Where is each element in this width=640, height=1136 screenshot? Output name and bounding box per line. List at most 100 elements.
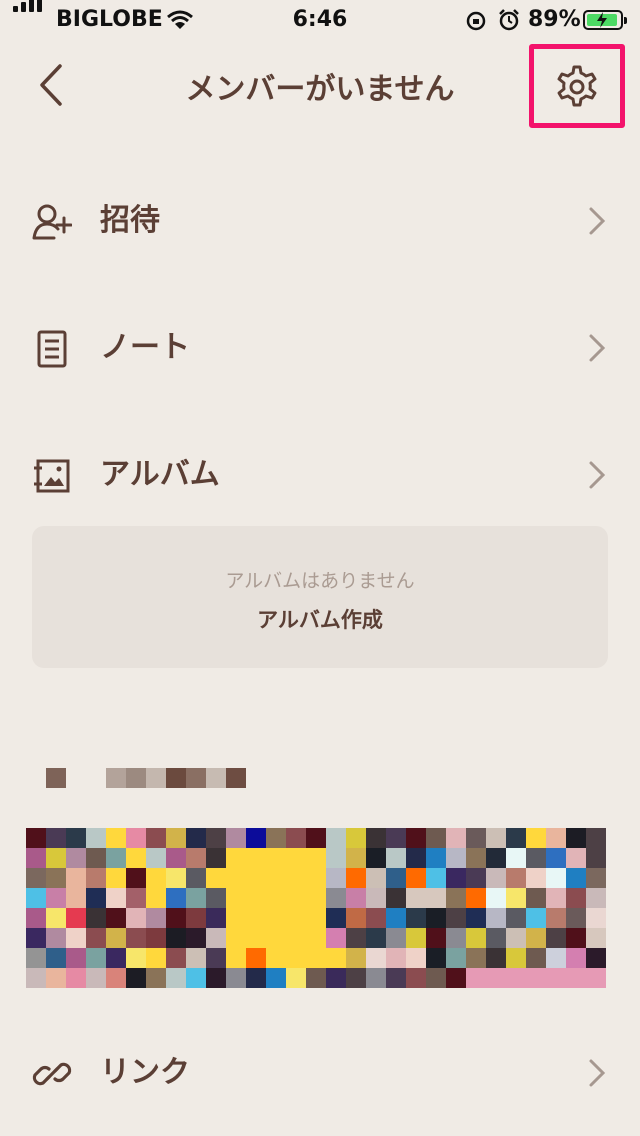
mosaic-pixel (586, 888, 606, 908)
battery-percent: 89% (528, 7, 581, 32)
mosaic-pixel (106, 968, 126, 988)
mosaic-pixel (146, 968, 166, 988)
mosaic-pixel (266, 908, 286, 928)
mosaic-pixel (386, 948, 406, 968)
mosaic-pixel (486, 868, 506, 888)
mosaic-pixel (326, 928, 346, 948)
mosaic-pixel (226, 868, 246, 888)
chevron-right-icon (589, 1059, 606, 1087)
mosaic-pixel (366, 828, 386, 848)
mosaic-pixel (206, 868, 226, 888)
menu-item-label: アルバム (100, 457, 220, 492)
mosaic-pixel (306, 948, 326, 968)
mosaic-pixel (46, 868, 66, 888)
mosaic-pixel (266, 928, 286, 948)
album-icon (34, 459, 70, 493)
mosaic-pixel (46, 948, 66, 968)
mosaic-pixel (586, 868, 606, 888)
mosaic-pixel (46, 908, 66, 928)
mosaic-pixel (466, 908, 486, 928)
mosaic-pixel (346, 908, 366, 928)
mosaic-pixel (126, 868, 146, 888)
mosaic-pixel (506, 848, 526, 868)
mosaic-pixel (246, 928, 266, 948)
menu-item-link[interactable]: リンク (0, 1018, 640, 1128)
mosaic-pixel (226, 848, 246, 868)
mosaic-pixel (206, 928, 226, 948)
mosaic-pixel (26, 848, 46, 868)
mosaic-pixel (266, 968, 286, 988)
mosaic-pixel (306, 888, 326, 908)
menu-item-album[interactable]: アルバム (0, 420, 640, 530)
mosaic-pixel (406, 968, 426, 988)
mosaic-pixel (586, 848, 606, 868)
mosaic-pixel (286, 908, 306, 928)
menu-item-label: 招待 (100, 203, 160, 238)
mosaic-pixel (466, 948, 486, 968)
mosaic-pixel (526, 968, 546, 988)
mosaic-pixel (226, 948, 246, 968)
chevron-right-icon (589, 334, 606, 362)
mosaic-pixel (566, 848, 586, 868)
mosaic-pixel (26, 928, 46, 948)
mosaic-pixel (426, 968, 446, 988)
mosaic-pixel (366, 848, 386, 868)
mosaic-pixel (366, 908, 386, 928)
mosaic-pixel (406, 948, 426, 968)
chevron-right-icon (589, 461, 606, 489)
mosaic-pixel (466, 888, 486, 908)
mosaic-pixel (26, 948, 46, 968)
mosaic-pixel (286, 848, 306, 868)
mosaic-pixel (346, 848, 366, 868)
mosaic-pixel (546, 968, 566, 988)
mosaic-pixel (486, 948, 506, 968)
mosaic-pixel (166, 868, 186, 888)
mosaic-pixel (566, 888, 586, 908)
mosaic-pixel (426, 868, 446, 888)
mosaic-pixel (426, 848, 446, 868)
mosaic-pixel (306, 928, 326, 948)
mosaic-pixel (446, 868, 466, 888)
mosaic-pixel (426, 828, 446, 848)
mosaic-pixel (206, 948, 226, 968)
mosaic-pixel (106, 948, 126, 968)
mosaic-pixel (506, 868, 526, 888)
mosaic-pixel (446, 848, 466, 868)
mosaic-pixel (86, 888, 106, 908)
mosaic-pixel (566, 828, 586, 848)
mosaic-pixel (106, 908, 126, 928)
mosaic-pixel (506, 828, 526, 848)
menu-item-label: ノート (100, 330, 190, 365)
mosaic-pixel (526, 848, 546, 868)
mosaic-pixel (146, 868, 166, 888)
mosaic-pixel (166, 908, 186, 928)
mosaic-pixel (146, 908, 166, 928)
mosaic-pixel (66, 868, 86, 888)
status-bar: BIGLOBE 6:46 89% (0, 0, 640, 40)
mosaic-pixel (486, 848, 506, 868)
mosaic-pixel (346, 868, 366, 888)
mosaic-pixel (206, 888, 226, 908)
mosaic-pixel (566, 928, 586, 948)
mosaic-pixel (186, 908, 206, 928)
mosaic-pixel (226, 908, 246, 928)
mosaic-pixel (406, 888, 426, 908)
mosaic-pixel (186, 888, 206, 908)
mosaic-pixel (366, 928, 386, 948)
mosaic-pixel (246, 888, 266, 908)
create-album-button[interactable]: アルバム作成 (32, 604, 608, 634)
member-name-pixelated (46, 768, 246, 788)
mosaic-pixel (46, 928, 66, 948)
menu-item-invite[interactable]: 招待 (0, 166, 640, 276)
settings-highlight-box (529, 44, 625, 128)
mosaic-pixel (386, 828, 406, 848)
mosaic-pixel (246, 968, 266, 988)
mosaic-pixel (146, 928, 166, 948)
mosaic-pixel (66, 828, 86, 848)
mosaic-pixel (66, 948, 86, 968)
mosaic-pixel (166, 968, 186, 988)
mosaic-pixel (366, 888, 386, 908)
mosaic-pixel (66, 928, 86, 948)
mosaic-pixel (266, 868, 286, 888)
menu-item-note[interactable]: ノート (0, 293, 640, 403)
